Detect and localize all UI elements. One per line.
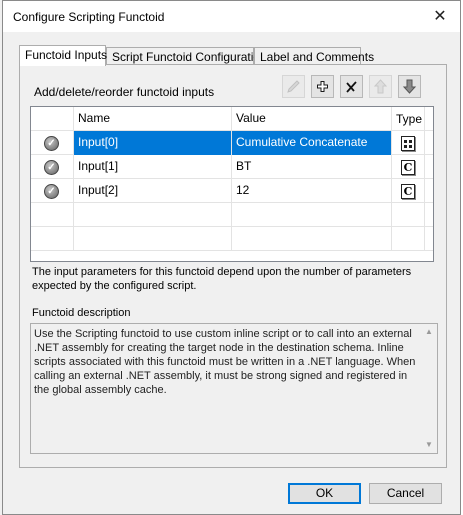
row-filler [424,155,433,179]
input-name: Input[1] [73,155,231,179]
empty-cell [231,227,391,251]
functoid-link-icon [401,135,415,151]
scroll-down-icon[interactable]: ▼ [421,437,437,453]
row-check-cell: ✓ [31,179,73,203]
check-circle-icon: ✓ [44,184,59,199]
empty-cell [391,203,424,227]
empty-cell [73,203,231,227]
empty-cell [424,203,433,227]
header-check-column [31,107,73,131]
grid-header-row: Name Value Type [31,107,433,131]
empty-cell [424,227,433,251]
row-type-cell [391,131,424,155]
constant-icon: C [401,183,415,199]
delete-icon [346,81,357,93]
pencil-icon [287,80,300,93]
tab-label-and-comments[interactable]: Label and Comments [254,47,374,65]
inputs-grid-label: Add/delete/reorder functoid inputs [34,85,215,99]
constant-icon: C [401,159,415,175]
input-value[interactable]: 12 [231,179,391,203]
input-value[interactable]: BT [231,155,391,179]
row-check-cell: ✓ [31,155,73,179]
delete-input-button[interactable] [340,75,363,98]
empty-cell [231,203,391,227]
description-scrollbar[interactable]: ▲ ▼ [421,324,437,453]
header-name[interactable]: Name [73,107,231,131]
row-type-cell: C [391,179,424,203]
scroll-up-icon[interactable]: ▲ [421,324,437,340]
header-filler [424,107,433,131]
functoid-description-label: Functoid description [32,307,131,319]
configure-scripting-functoid-dialog: Configure Scripting Functoid ✕ Functoid … [2,0,461,515]
input-parameters-help-text: The input parameters for this functoid d… [32,266,412,292]
empty-row [31,227,433,251]
input-value[interactable]: Cumulative Concatenate [231,131,391,155]
functoid-inputs-panel: Add/delete/reorder functoid inputs Name … [19,64,447,468]
functoid-description-textbox[interactable]: Use the Scripting functoid to use custom… [30,323,438,454]
empty-cell [73,227,231,251]
move-up-button[interactable] [369,75,392,98]
header-value[interactable]: Value [231,107,391,131]
edit-input-button[interactable] [282,75,305,98]
row-filler [424,131,433,155]
empty-row [31,203,433,227]
cancel-button[interactable]: Cancel [369,483,442,504]
row-check-cell: ✓ [31,131,73,155]
table-row[interactable]: ✓ Input[2] 12 C [31,179,433,203]
tab-script-functoid-configuration[interactable]: Script Functoid Configuration [106,47,267,65]
empty-cell [391,227,424,251]
arrow-down-icon [402,79,417,94]
arrow-up-icon [373,79,388,94]
add-input-button[interactable] [311,75,334,98]
table-row[interactable]: ✓ Input[1] BT C [31,155,433,179]
functoid-description-text: Use the Scripting functoid to use custom… [34,328,416,396]
close-icon[interactable]: ✕ [420,1,460,31]
input-name: Input[0] [73,131,231,155]
plus-icon [317,81,328,92]
ok-button[interactable]: OK [288,483,361,504]
row-filler [424,179,433,203]
input-name: Input[2] [73,179,231,203]
window-title: Configure Scripting Functoid [13,10,165,24]
row-type-cell: C [391,155,424,179]
header-type[interactable]: Type [391,107,424,131]
check-circle-icon: ✓ [44,160,59,175]
check-circle-icon: ✓ [44,136,59,151]
move-down-button[interactable] [398,75,421,98]
functoid-inputs-grid[interactable]: Name Value Type ✓ Input[0] Cumulative Co… [30,106,434,262]
tab-functoid-inputs[interactable]: Functoid Inputs [19,45,107,66]
table-row[interactable]: ✓ Input[0] Cumulative Concatenate [31,131,433,155]
title-bar: Configure Scripting Functoid ✕ [3,1,460,32]
